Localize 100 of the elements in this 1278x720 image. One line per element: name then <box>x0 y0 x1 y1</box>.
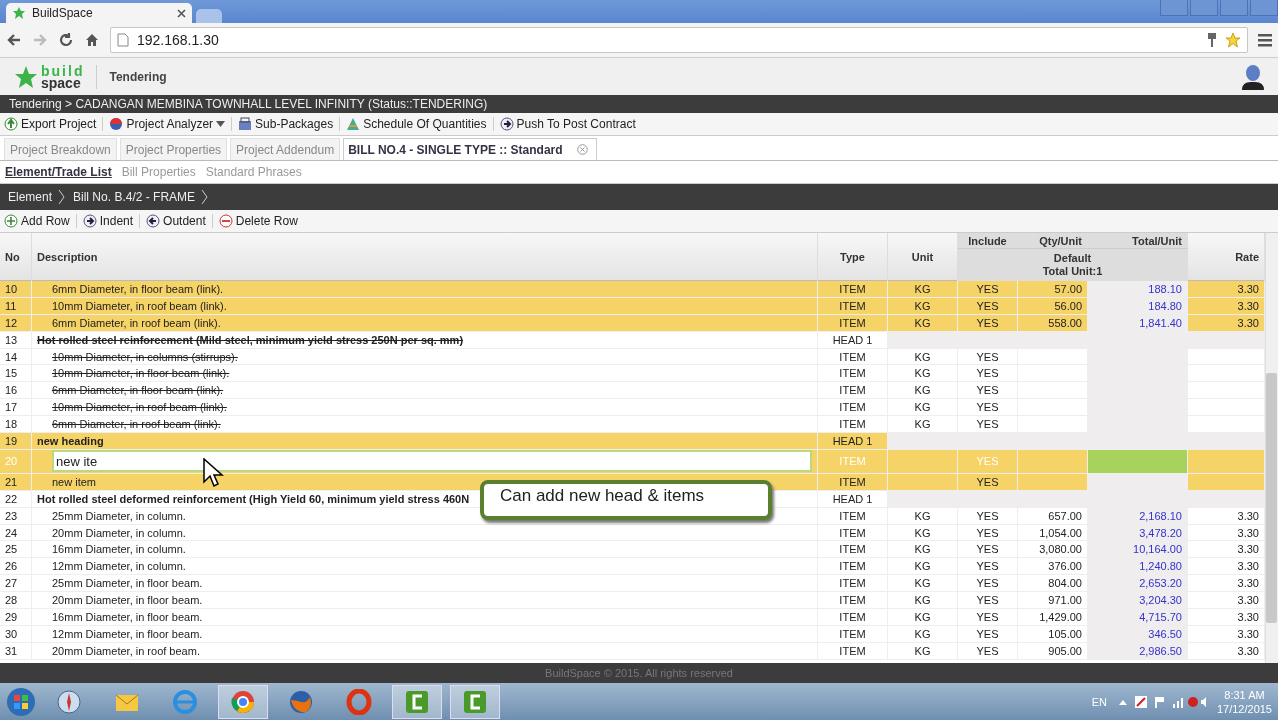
row-number: 18 <box>0 416 32 432</box>
row-number: 28 <box>0 592 32 609</box>
table-cell: KG <box>888 314 958 331</box>
table-row[interactable]: 10 6mm Diameter, in floor beam (link). ITEM KG YES 57.00 188.10 3.30 <box>0 281 1265 298</box>
tab[interactable]: BILL NO.4 - SINGLE TYPE :: Standard <box>343 138 597 160</box>
description-text: Hot rolled steel reinforcement (Mild steel, minimum yield stress 250N per sq. mm) <box>32 331 818 348</box>
table-row[interactable]: 16 6mm Diameter, in floor beam (link). ITEM KG YES <box>0 382 1265 400</box>
table-cell: YES <box>958 507 1018 524</box>
browser-tab[interactable] <box>196 9 222 23</box>
toolbar-button[interactable]: Schedule Of Quantities <box>346 117 494 131</box>
table-cell: KG <box>888 592 958 609</box>
table-cell: KG <box>888 575 958 592</box>
taskbar-button[interactable] <box>218 684 268 719</box>
table-cell: YES <box>958 416 1018 432</box>
action-button[interactable]: Outdent <box>146 214 213 228</box>
table-row[interactable]: 17 10mm Diameter, in roof beam (link). ITEM KG YES <box>0 399 1265 417</box>
profile-button[interactable] <box>1160 0 1188 16</box>
breadcrumb-link[interactable]: Element <box>8 189 66 205</box>
row-number: 17 <box>0 399 32 416</box>
table-row[interactable]: 20 new ite ITEM YES <box>0 449 1265 474</box>
taskbar-button[interactable] <box>392 684 442 719</box>
description-text: 20mm Diameter, in floor beam. <box>32 592 818 609</box>
table-cell: ITEM <box>818 575 888 592</box>
group-header: Default <box>1053 252 1092 265</box>
table-cell: ITEM <box>818 541 888 558</box>
scroll-thumb[interactable] <box>1266 373 1277 623</box>
description-text: 6mm Diameter, in roof beam (link). <box>32 314 818 331</box>
description-text: 20mm Diameter, in roof beam. <box>32 642 818 659</box>
row-number: 24 <box>0 524 32 541</box>
sub-tab[interactable]: Element/Trade List <box>5 165 112 179</box>
user-icon <box>1240 63 1266 90</box>
table-cell: YES <box>958 609 1018 625</box>
ring-icon <box>346 688 372 715</box>
table-cell: ITEM <box>818 558 888 575</box>
reload-icon <box>58 32 74 48</box>
row-number: 21 <box>0 473 32 490</box>
table-cell: YES <box>958 592 1018 609</box>
address-field[interactable]: 192.168.1.30 <box>110 27 1248 53</box>
upload-icon <box>4 117 18 131</box>
table-cell: YES <box>958 399 1018 416</box>
row-number: 12 <box>0 314 32 331</box>
table-cell: YES <box>958 348 1018 365</box>
table-cell: ITEM <box>818 592 888 609</box>
minimize-button[interactable] <box>1190 0 1218 16</box>
text-input[interactable]: new ite <box>52 450 812 473</box>
table-row[interactable]: 18 6mm Diameter, in roof beam (link). ITEM KG YES <box>0 416 1265 433</box>
table-cell: 3,204.30 <box>1088 592 1188 609</box>
table-row[interactable]: 25 16mm Diameter, in column. ITEM KG YES 3,080.00 10,164.00 3.30 <box>0 541 1265 559</box>
table-row[interactable]: 29 16mm Diameter, in floor beam. ITEM KG YES 1,429.00 4,715.70 3.30 <box>0 609 1265 626</box>
table-cell: ITEM <box>818 609 888 625</box>
compass-icon <box>56 688 82 715</box>
left-arrow-icon <box>146 214 161 228</box>
taskbar-button[interactable] <box>450 684 500 719</box>
table-cell: YES <box>958 473 1018 490</box>
toolbar-button[interactable]: Push To Post Contract <box>499 117 642 131</box>
module-title: Tendering <box>109 69 167 84</box>
table-cell: ITEM <box>818 524 888 541</box>
browser-tab[interactable]: BuildSpace <box>6 3 192 23</box>
table-cell: YES <box>958 642 1018 659</box>
e-globe-icon <box>172 688 198 715</box>
toolbar-button[interactable]: Sub-Packages <box>238 117 341 131</box>
table-cell: KG <box>888 382 958 399</box>
fox-globe-icon <box>288 688 314 715</box>
row-number: 29 <box>0 609 32 625</box>
close-button[interactable] <box>1250 0 1278 16</box>
table-row[interactable]: 19 new heading HEAD 1 <box>0 433 1265 450</box>
table-cell: ITEM <box>818 625 888 642</box>
page-icon <box>117 33 129 47</box>
table-row[interactable]: 27 25mm Diameter, in floor beam. ITEM KG YES 804.00 2,653.20 3.30 <box>0 575 1265 593</box>
table-row[interactable]: 26 12mm Diameter, in column. ITEM KG YES 376.00 1,240.80 3.30 <box>0 558 1265 576</box>
toolbar-button[interactable]: Project Analyzer <box>109 117 233 131</box>
table-cell: KG <box>888 609 958 625</box>
description-text: 6mm Diameter, in floor beam (link). <box>32 281 818 297</box>
breadcrumb-link[interactable]: Bill No. B.4/2 - FRAME <box>73 189 209 205</box>
table-cell: YES <box>958 541 1018 558</box>
table-cell: ITEM <box>818 416 888 432</box>
table-cell: 1,240.80 <box>1088 558 1188 575</box>
table-cell: YES <box>958 382 1018 399</box>
row-number: 20 <box>0 449 32 473</box>
callout-note: Can add new head & items <box>480 480 772 520</box>
table-row[interactable]: 28 20mm Diameter, in floor beam. ITEM KG YES 971.00 3,204.30 3.30 <box>0 592 1265 610</box>
description-text: 10mm Diameter, in roof beam (link). <box>32 297 818 314</box>
action-button[interactable]: Delete Row <box>218 214 304 228</box>
maximize-button[interactable] <box>1220 0 1248 16</box>
table-row[interactable]: 15 10mm Diameter, in floor beam (link). ITEM KG YES <box>0 365 1265 383</box>
row-number: 14 <box>0 348 32 365</box>
table-cell: ITEM <box>818 382 888 399</box>
row-number: 22 <box>0 490 32 507</box>
key-icon <box>1207 32 1217 48</box>
action-button[interactable]: Add Row <box>4 214 77 228</box>
table-cell: YES <box>958 524 1018 541</box>
toolbar-button[interactable]: Export Project <box>4 117 104 131</box>
column-header: Qty/Unit <box>1018 233 1088 249</box>
action-button[interactable]: Indent <box>82 214 141 228</box>
scrollbar[interactable] <box>1265 233 1278 663</box>
table-cell: KG <box>888 507 958 524</box>
description-text: 25mm Diameter, in floor beam. <box>32 575 818 592</box>
star-icon <box>1225 32 1241 48</box>
table-cell: YES <box>958 558 1018 575</box>
table-cell <box>888 433 958 449</box>
